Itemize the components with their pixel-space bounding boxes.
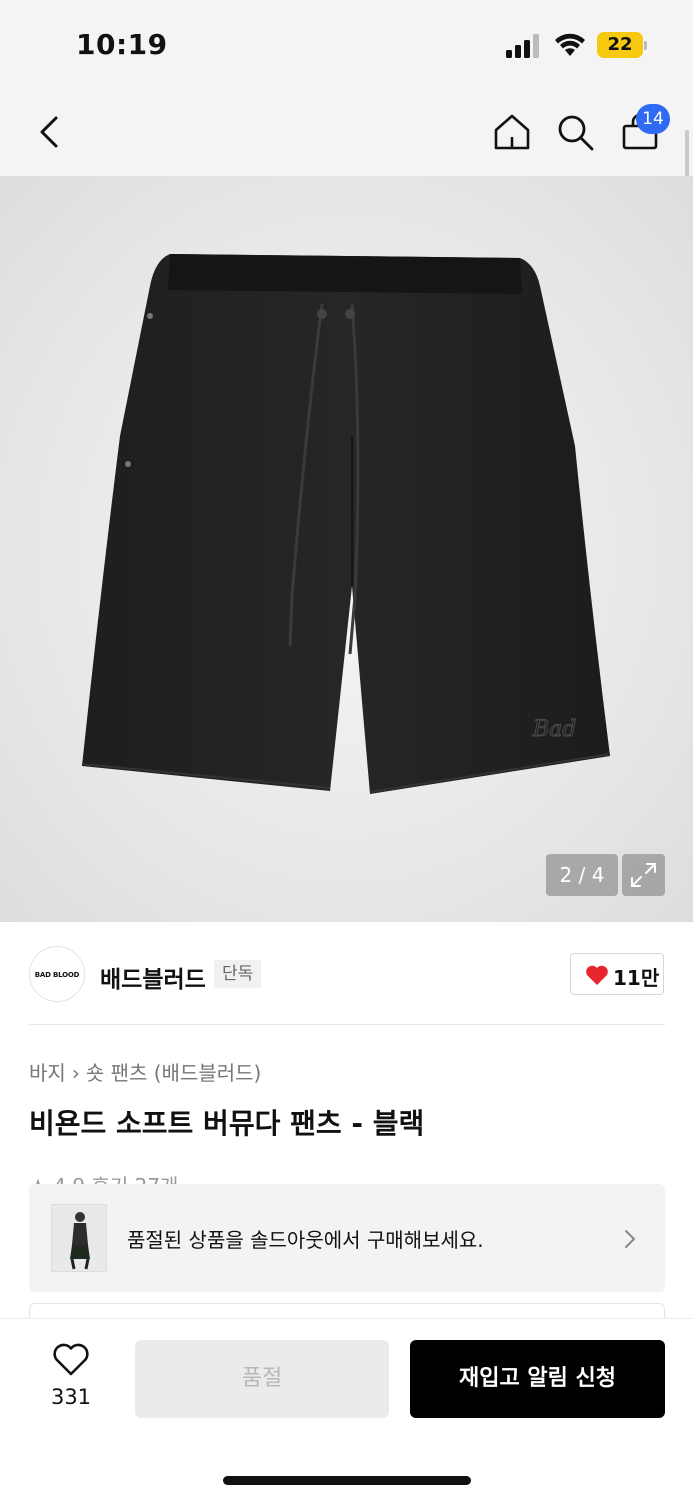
exclusive-tag: 단독 [214,960,262,988]
battery-tip [644,41,647,50]
cart-count-badge: 14 [636,104,670,134]
back-chevron-icon[interactable] [28,110,72,154]
expand-image-button[interactable] [622,854,665,896]
breadcrumb: 바지 › 숏 팬츠 (배드블러드) [29,1057,261,1086]
brand-name[interactable]: 배드블러드 [100,960,206,994]
heart-outline-icon [53,1343,89,1376]
restock-alert-button[interactable]: 재입고 알림 신청 [410,1340,665,1418]
wifi-icon [555,33,585,56]
wishlist-count: 331 [50,1385,92,1409]
status-bar: 10:19 22 [0,0,693,90]
shorts-embroidered-logo: Bad [532,717,576,742]
chevron-right-icon [625,1230,636,1248]
rating-summary[interactable]: ★ 4.9 후기 27개 [29,1170,178,1184]
status-time: 10:19 [76,28,168,61]
heart-filled-icon [586,965,608,985]
product-title: 비욘드 소프트 버뮤다 팬츠 - 블랙 [29,1107,425,1140]
brand-like-count: 11만 [613,966,660,990]
soldout-banner-text: 품절된 상품을 솔드아웃에서 구매해보세요. [127,1228,484,1252]
brand-logo[interactable]: BAD BLOOD [29,946,85,1002]
battery-indicator: 22 [597,32,643,58]
expand-icon [631,863,656,887]
cellular-signal-icon [506,34,539,58]
banner-thumbnail [51,1204,107,1272]
divider [29,1024,665,1025]
home-indicator [223,1476,471,1485]
breadcrumb-separator-icon: › [71,1061,80,1085]
nav-bar [0,90,693,176]
home-icon[interactable] [490,110,534,154]
breadcrumb-subcategory[interactable]: 숏 팬츠 (배드블러드) [86,1061,262,1085]
soldout-button: 품절 [135,1340,389,1418]
breadcrumb-category[interactable]: 바지 [29,1061,66,1085]
wishlist-button[interactable]: 331 [40,1343,102,1413]
search-icon[interactable] [553,110,597,154]
product-image-carousel[interactable]: Bad [0,176,693,922]
image-pager: 2 / 4 [546,854,618,896]
soldout-banner[interactable]: 품절된 상품을 솔드아웃에서 구매해보세요. [29,1184,665,1292]
product-photo-shorts: Bad [81,254,611,794]
brand-like-button[interactable]: 11만 [570,953,664,995]
